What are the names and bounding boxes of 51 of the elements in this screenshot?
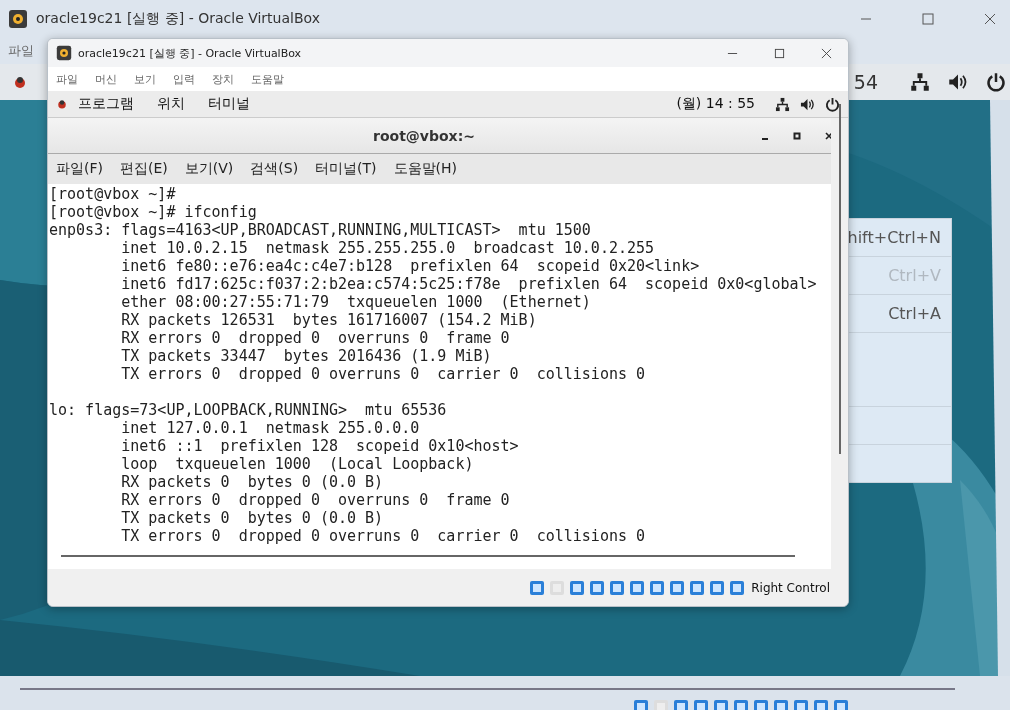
close-icon[interactable]	[821, 47, 832, 59]
clock[interactable]: (월) 14 : 55	[676, 95, 755, 113]
terminal-line: TX errors 0 dropped 0 overruns 0 carrier 0 collisions 0	[120, 365, 646, 383]
power-icon[interactable]	[986, 72, 1006, 92]
window-title: oracle19c21 [실행 중] - Oracle VirtualBox	[36, 10, 320, 28]
terminal-line: inet 127.0.0.1 netmask 255.0.0.0	[120, 419, 420, 437]
terminal-line: [root@vbox ~]#	[49, 185, 176, 203]
terminal-line: inet6 fd17:625c:f037:2:b2ea:c574:5c25:f78e prefixlen 64 scopeid 0x0<global>	[120, 275, 817, 293]
menu-item[interactable]: 편집(E)	[120, 160, 168, 178]
terminal-line: inet6 fe80::e76:ea4c:c4e7:b128 prefixlen 64 scopeid 0x20<link>	[120, 257, 700, 275]
menu-item[interactable]: 터미널(T)	[315, 160, 377, 178]
menu-item[interactable]: 검색(S)	[250, 160, 299, 178]
power-icon[interactable]	[825, 96, 840, 112]
menu-item[interactable]: 보기	[134, 71, 156, 87]
terminal-line: loop txqueuelen 1000 (Local Loopback)	[120, 455, 474, 473]
menu-item[interactable]: 머신	[95, 71, 117, 87]
menu-item[interactable]: 파일	[8, 42, 34, 60]
menu-item[interactable]: 도움말	[251, 71, 284, 87]
panel-menu-item[interactable]: 위치	[157, 95, 185, 113]
maximize-icon[interactable]	[774, 47, 785, 59]
maximize-icon[interactable]	[792, 130, 802, 141]
terminal-line: TX packets 0 bytes 0 (0.0 B)	[120, 509, 384, 527]
terminal-line: TX packets 33447 bytes 2016436 (1.9 MiB)	[120, 347, 492, 365]
terminal-line: TX errors 0 dropped 0 overruns 0 carrier 0 collisions 0	[120, 527, 646, 545]
terminal-line: RX errors 0 dropped 0 overruns 0 frame 0	[120, 329, 510, 347]
status-text: Right Control	[751, 580, 830, 595]
menu-item[interactable]: 도움말(H)	[393, 160, 458, 178]
menu-item[interactable]: 장치	[212, 71, 234, 87]
panel-menu-item[interactable]: 프로그램	[78, 95, 134, 113]
terminal-line: ether 08:00:27:55:71:79 txqueuelen 1000 (Ethernet)	[120, 293, 591, 311]
menu-item[interactable]: 파일	[56, 71, 78, 87]
terminal-line: RX packets 0 bytes 0 (0.0 B)	[120, 473, 384, 491]
terminal-line: inet6 ::1 prefixlen 128 scopeid 0x10<host>	[120, 437, 519, 455]
menu-item[interactable]: 파일(F)	[56, 160, 103, 178]
virtualbox-icon	[56, 45, 72, 61]
terminal-line: lo: flags=73<UP,LOOPBACK,RUNNING> mtu 65536	[49, 401, 447, 419]
menu-item[interactable]: 보기(V)	[184, 160, 234, 178]
menu-shortcut[interactable]: Ctrl+A	[888, 304, 941, 323]
panel-menu-item[interactable]: 터미널	[208, 95, 250, 113]
terminal-line: RX packets 126531 bytes 161716007 (154.2 MiB)	[120, 311, 537, 329]
window-title: oracle19c21 [실행 중] - Oracle VirtualBox	[78, 45, 302, 61]
terminal-line: enp0s3: flags=4163<UP,BROADCAST,RUNNING,MULTICAST> mtu 1500	[49, 221, 591, 239]
terminal-line: [root@vbox ~]# ifconfig	[49, 203, 257, 221]
menu-shortcut[interactable]: hift+Ctrl+N	[847, 228, 941, 247]
clock[interactable]: 54	[853, 71, 878, 93]
menu-item[interactable]: 입력	[173, 71, 195, 87]
terminal-line: RX errors 0 dropped 0 overruns 0 frame 0	[120, 491, 510, 509]
virtualbox-icon	[8, 9, 28, 29]
terminal-title: root@vbox:~	[373, 127, 475, 144]
close-icon[interactable]	[824, 130, 834, 141]
terminal-line: inet 10.0.2.15 netmask 255.255.255.0 broadcast 10.0.2.255	[120, 239, 655, 257]
